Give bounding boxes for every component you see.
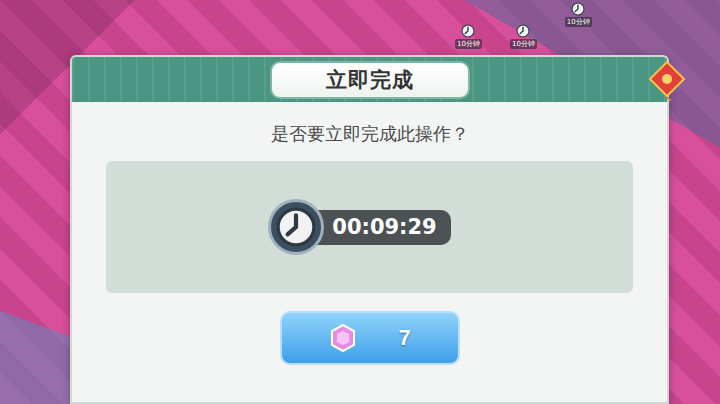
game-scene: 10分钟 10分钟 10分钟立即完成是否要立即完成此操作？ 00:09:29 7 [0,0,720,404]
finish-now-dialog: 立即完成是否要立即完成此操作？ 00:09:29 7 [70,55,669,404]
gem-icon [328,323,358,353]
clock-icon [516,24,530,38]
timer-panel: 00:09:29 [106,161,633,293]
tile-timer-label: 10分钟 [455,39,482,49]
dialog-message: 是否要立即完成此操作？ [271,122,469,146]
timer: 00:09:29 [268,199,450,255]
tile-timer: 10分钟 [510,24,537,49]
timer-badge [268,199,324,255]
gift-icon[interactable] [649,61,685,105]
timer-value: 00:09:29 [308,210,450,245]
tile-timer-label: 10分钟 [565,17,592,27]
clock-icon [571,2,585,16]
clock-icon [275,206,317,248]
confirm-button[interactable]: 7 [280,311,460,365]
dialog-title: 立即完成 [270,61,470,99]
gem-cost: 7 [398,325,410,351]
clock-icon [461,24,475,38]
dialog-header: 立即完成 [72,57,667,102]
tile-timers: 10分钟 10分钟 10分钟 [455,2,592,49]
tile-timer-label: 10分钟 [510,39,537,49]
tile-timer: 10分钟 [565,2,592,49]
tile-timer: 10分钟 [455,24,482,49]
